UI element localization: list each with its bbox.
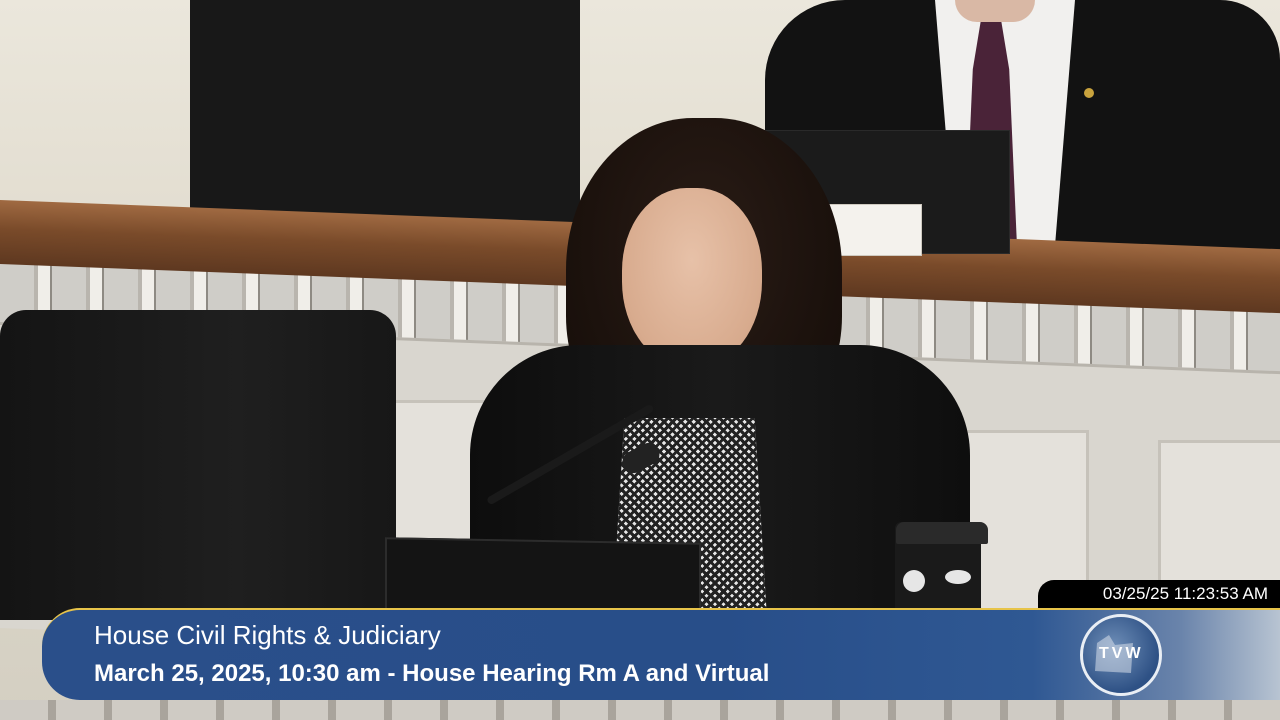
tumbler-lid: [896, 522, 988, 544]
hearing-subtitle: March 25, 2025, 10:30 am - House Hearing…: [94, 660, 770, 687]
timestamp-overlay: 03/25/25 11:23:53 AM: [1038, 580, 1280, 608]
tvw-logo-text: TVW: [1099, 645, 1144, 662]
empty-chair-front: [0, 310, 396, 620]
lapel-pin: [1084, 88, 1094, 98]
committee-title: House Civil Rights & Judiciary: [94, 620, 441, 650]
tumbler-pattern-eye: [945, 570, 971, 584]
lower-dais-edge: [0, 700, 1280, 720]
video-frame: man 03/25/25 11:23:53 AM House Civil Rig…: [0, 0, 1280, 720]
tumbler-pattern-dot: [903, 570, 925, 592]
seated-man-neck: [955, 0, 1035, 22]
lower-third-banner: House Civil Rights & Judiciary March 25,…: [42, 608, 1280, 700]
empty-chair-back: [190, 0, 580, 228]
tvw-logo: TVW: [1080, 614, 1162, 696]
woman-face: [622, 188, 762, 368]
